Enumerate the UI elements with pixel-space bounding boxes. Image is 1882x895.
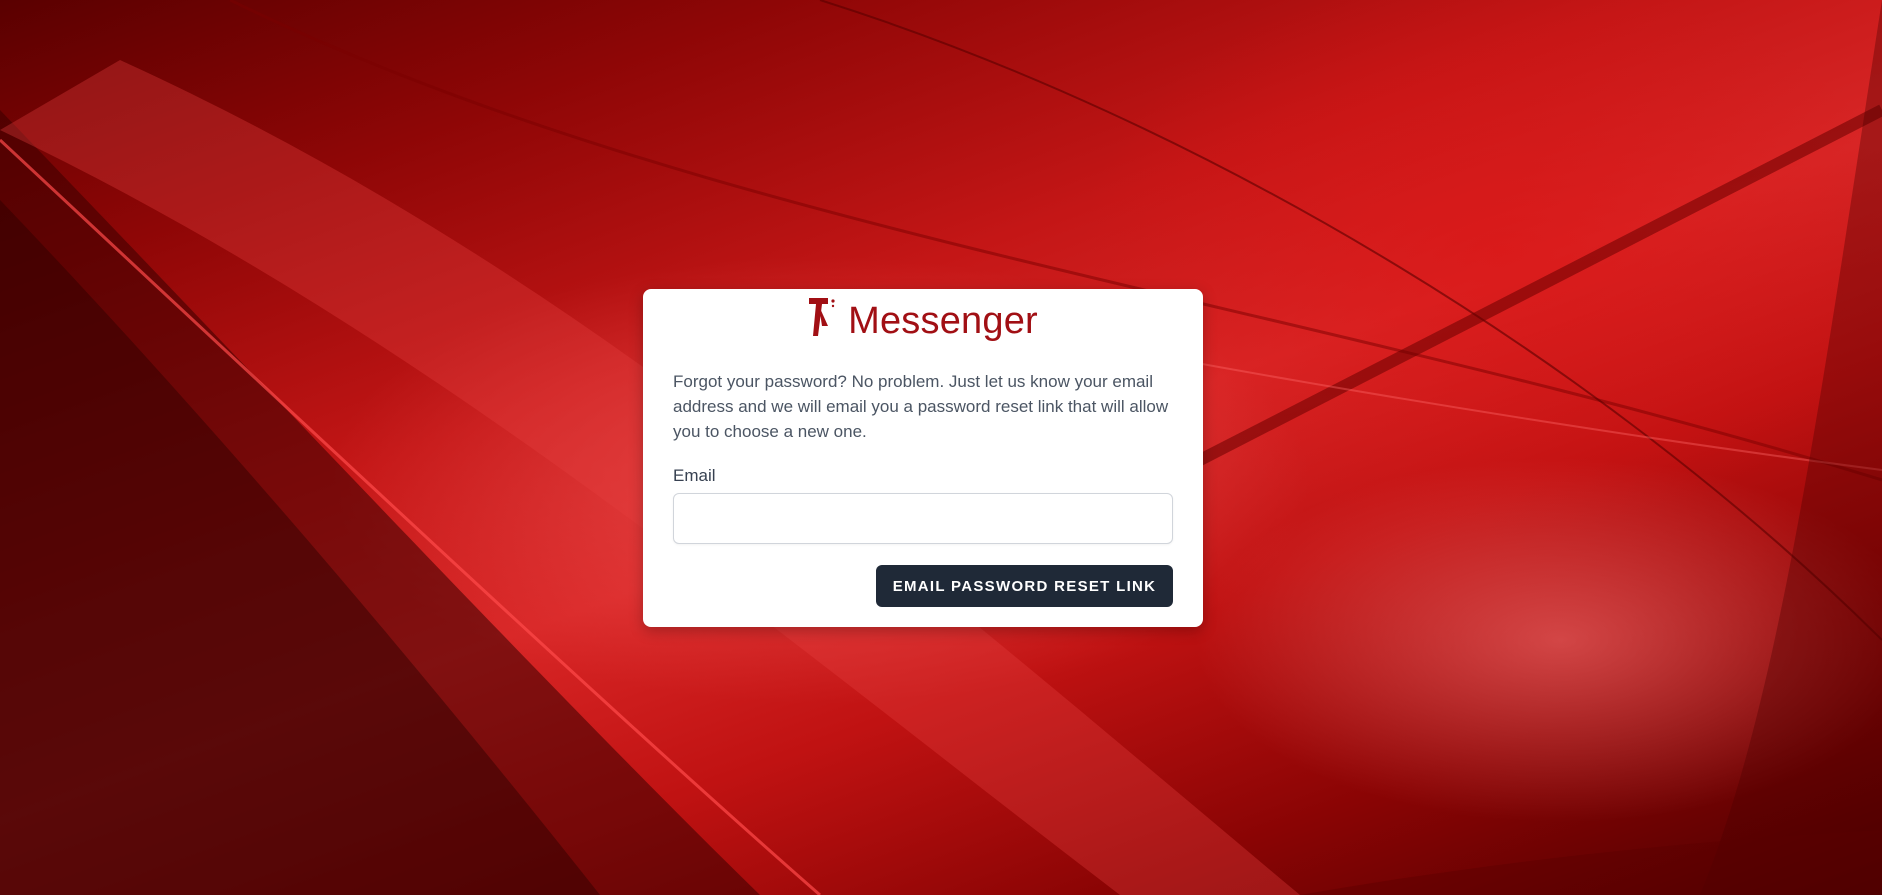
t-logo-icon: [809, 298, 835, 336]
email-field[interactable]: [673, 493, 1173, 544]
instructions-text: Forgot your password? No problem. Just l…: [673, 372, 1169, 441]
brand-name: Messenger: [848, 300, 1038, 342]
email-label: Email: [673, 466, 716, 485]
brand-header: Messenger: [643, 295, 1203, 342]
email-reset-link-button[interactable]: EMAIL PASSWORD RESET LINK: [876, 565, 1173, 607]
forgot-password-card: Messenger Forgot your password? No probl…: [643, 289, 1203, 627]
page-background: Messenger Forgot your password? No probl…: [0, 0, 1882, 895]
